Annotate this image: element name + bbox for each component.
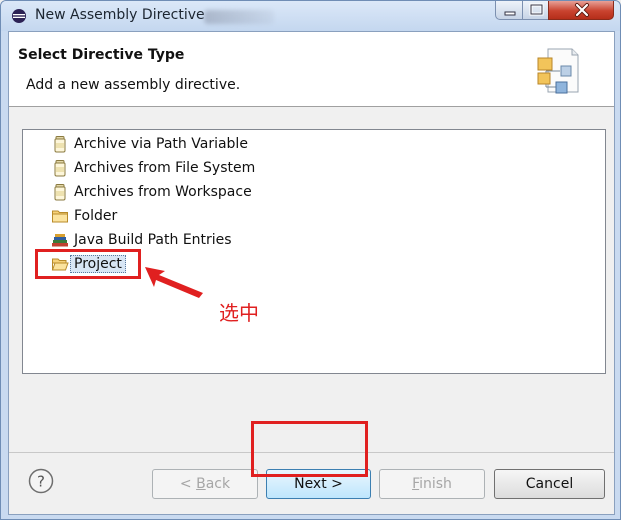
close-button[interactable]: [548, 1, 614, 20]
annotation-text: 选中: [219, 301, 259, 325]
back-mnemonic: B: [196, 476, 206, 492]
folder-icon: [52, 210, 68, 222]
jar-icon: [54, 135, 66, 152]
help-icon[interactable]: ?: [28, 468, 54, 494]
back-prefix: <: [179, 476, 197, 492]
annotation-arrow: [145, 267, 203, 298]
annotation-box-next: [251, 421, 368, 477]
tree-item-folder[interactable]: Folder: [51, 205, 117, 226]
tree-item-label: Folder: [74, 207, 118, 224]
title-bar[interactable]: New Assembly Directive: [1, 1, 620, 31]
cancel-button[interactable]: Cancel: [494, 469, 605, 499]
maximize-button[interactable]: [522, 1, 549, 20]
close-icon: [575, 3, 589, 17]
library-icon: [52, 233, 68, 246]
tree-item-label: Archive via Path Variable: [74, 135, 248, 152]
jar-icon: [54, 183, 66, 200]
back-rest: ack: [205, 476, 231, 492]
jar-icon: [54, 159, 66, 176]
annotation-box-project: [35, 249, 141, 279]
wizard-header: Select Directive Type Add a new assembly…: [9, 32, 614, 107]
finish-button[interactable]: Finish: [379, 469, 485, 499]
back-button[interactable]: < Back: [152, 469, 258, 499]
assembly-banner-icon: [537, 48, 579, 94]
maximize-icon: [529, 3, 544, 16]
minimize-button[interactable]: [495, 1, 523, 20]
finish-rest: inish: [419, 476, 452, 492]
minimize-icon: [504, 11, 516, 16]
blurred-title-text: [204, 10, 274, 24]
page-description: Add a new assembly directive.: [26, 77, 241, 93]
eclipse-icon: [12, 9, 26, 23]
dialog-window: New Assembly Directive Select Directive …: [0, 0, 621, 520]
tree-item-archives-workspace[interactable]: Archives from Workspace: [51, 181, 252, 202]
tree-item-archives-file-system[interactable]: Archives from File System: [51, 157, 255, 178]
tree-item-java-build-path[interactable]: Java Build Path Entries: [51, 229, 232, 250]
window-title: New Assembly Directive: [35, 7, 205, 23]
tree-item-label: Archives from File System: [74, 159, 256, 176]
tree-item-label: Archives from Workspace: [74, 183, 252, 200]
tree-item-archive-path-variable[interactable]: Archive via Path Variable: [51, 133, 248, 154]
page-title: Select Directive Type: [18, 47, 185, 63]
tree-item-label: Java Build Path Entries: [74, 231, 232, 248]
svg-text:?: ?: [37, 473, 45, 491]
